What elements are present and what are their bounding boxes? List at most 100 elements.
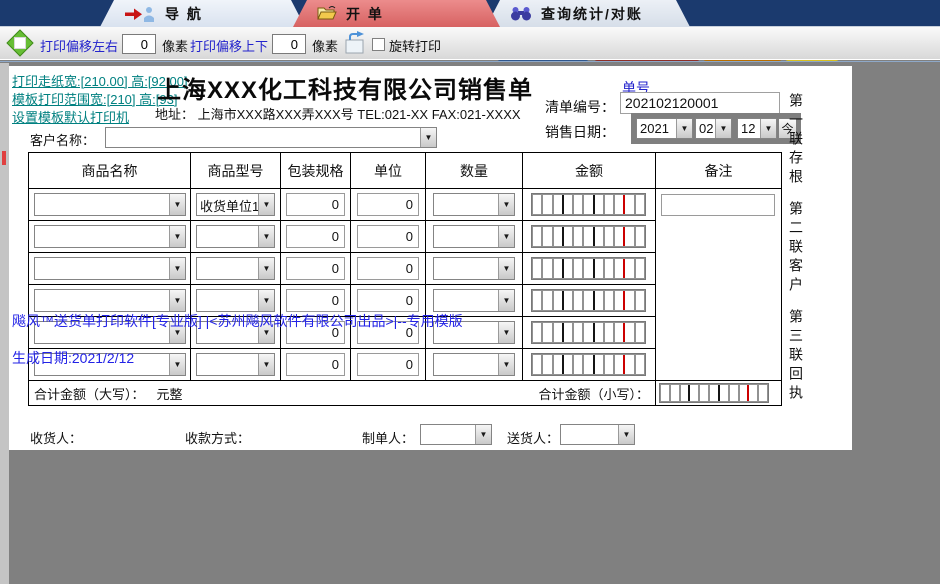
order-maker-select[interactable]: ▼ [420, 424, 492, 445]
tab-bar: 导 航 开 单 查询统计/对账 [0, 0, 940, 27]
chevron-down-icon[interactable]: ▼ [258, 258, 274, 279]
chevron-down-icon[interactable]: ▼ [169, 226, 185, 247]
amount-grid[interactable] [531, 225, 646, 248]
template-range-link[interactable]: 模板打印范围宽:[210] 高:[93] [12, 89, 177, 108]
chevron-down-icon[interactable]: ▼ [475, 425, 491, 444]
app-window: 导 航 开 单 查询统计/对账 打印偏移左右 [0, 0, 940, 584]
quantity-select[interactable]: ▼ [433, 225, 515, 248]
amount-grid[interactable] [531, 193, 646, 216]
chevron-down-icon[interactable]: ▼ [498, 290, 514, 311]
list-no-input[interactable] [620, 92, 780, 114]
sale-date-label: 销售日期： [545, 122, 615, 142]
software-watermark: 飚风™送货单打印软件[专业版] |<苏州飚风软件有限公司出品>|--专用模版 [12, 311, 463, 331]
tab-query-statistics[interactable]: 查询统计/对账 [486, 0, 690, 27]
chevron-down-icon[interactable]: ▼ [169, 258, 185, 279]
amount-grid[interactable] [531, 289, 646, 312]
product-name-select[interactable]: ▼ [34, 193, 186, 216]
col-header-quantity: 数量 [426, 153, 523, 188]
table-footer: 合计金额（大写）： 元整 合计金额（小写）： [29, 380, 781, 405]
unit-input[interactable] [357, 193, 419, 216]
list-no-label: 清单编号： [545, 97, 615, 117]
tab-label: 开 单 [346, 4, 384, 24]
unit-input[interactable] [357, 225, 419, 248]
offset-ud-input[interactable] [272, 34, 306, 54]
chevron-down-icon[interactable]: ▼ [498, 354, 514, 375]
offset-lr-label: 打印偏移左右 [40, 36, 118, 55]
remark-column [656, 189, 781, 380]
chevron-down-icon[interactable]: ▼ [676, 119, 692, 138]
month-select[interactable]: 02▼ [695, 118, 732, 139]
product-name-select[interactable]: ▼ [34, 257, 186, 280]
deliverer-select[interactable]: ▼ [560, 424, 635, 445]
px-label: 像素 [312, 36, 338, 55]
amount-grid[interactable] [531, 321, 646, 344]
product-model-select[interactable]: ▼ [196, 289, 275, 312]
offset-lr-input[interactable] [122, 34, 156, 54]
chevron-down-icon[interactable]: ▼ [715, 119, 731, 138]
chevron-down-icon[interactable]: ▼ [169, 290, 185, 311]
chevron-down-icon[interactable]: ▼ [498, 258, 514, 279]
receiver-label: 收货人： [30, 428, 82, 447]
amount-grid[interactable] [531, 353, 646, 376]
package-spec-input[interactable] [286, 193, 345, 216]
table-row: ▼ ▼ ▼ [29, 253, 656, 285]
offset-ud-label: 打印偏移上下 [190, 36, 268, 55]
table-row: ▼ 收货单位1▼ ▼ [29, 189, 656, 221]
tab-label: 查询统计/对账 [541, 4, 643, 24]
unit-input[interactable] [357, 353, 419, 376]
col-header-unit: 单位 [351, 153, 426, 188]
binoculars-icon [510, 6, 532, 21]
quantity-select[interactable]: ▼ [433, 257, 515, 280]
remark-input[interactable] [661, 194, 775, 216]
chevron-down-icon[interactable]: ▼ [258, 226, 274, 247]
amount-grid[interactable] [531, 257, 646, 280]
total-amount-grid[interactable] [659, 383, 769, 403]
product-model-select[interactable]: 收货单位1▼ [196, 193, 275, 216]
chevron-down-icon[interactable]: ▼ [258, 194, 274, 215]
product-model-select[interactable]: ▼ [196, 257, 275, 280]
chevron-down-icon[interactable]: ▼ [420, 128, 436, 147]
rotate-print-checkbox[interactable] [372, 38, 385, 51]
chevron-down-icon[interactable]: ▼ [498, 322, 514, 343]
date-picker-panel: 2021▼ 02▼ 12▼ 今 [631, 113, 801, 144]
chevron-down-icon[interactable]: ▼ [258, 290, 274, 311]
total-lower-label: 合计金额（小写）： [538, 384, 655, 403]
order-maker-label: 制单人： [362, 428, 414, 447]
chevron-down-icon[interactable]: ▼ [169, 354, 185, 375]
col-header-package-spec: 包装规格 [281, 153, 351, 188]
chevron-down-icon[interactable]: ▼ [258, 354, 274, 375]
package-spec-input[interactable] [286, 225, 345, 248]
unit-input[interactable] [357, 257, 419, 280]
product-name-select[interactable]: ▼ [34, 225, 186, 248]
left-splitter[interactable] [0, 63, 9, 584]
customer-label: 客户名称： [30, 130, 95, 149]
package-spec-input[interactable] [286, 289, 345, 312]
print-offset-move-icon [6, 29, 34, 57]
year-select[interactable]: 2021▼ [636, 118, 693, 139]
chevron-down-icon[interactable]: ▼ [169, 194, 185, 215]
product-model-select[interactable]: ▼ [196, 353, 275, 376]
items-table: 商品名称 商品型号 包装规格 单位 数量 金额 备注 ▼ 收货单位1▼ ▼ [28, 152, 782, 406]
default-printer-link[interactable]: 设置模板默认打印机 [12, 107, 129, 126]
rotate-print-label: 旋转打印 [389, 36, 441, 55]
product-model-select[interactable]: ▼ [196, 225, 275, 248]
unit-input[interactable] [357, 289, 419, 312]
table-body: ▼ 收货单位1▼ ▼ ▼ ▼ ▼ ▼ [29, 189, 781, 380]
quantity-select[interactable]: ▼ [433, 289, 515, 312]
tab-create-order[interactable]: 开 单 [293, 0, 500, 27]
chevron-down-icon[interactable]: ▼ [498, 194, 514, 215]
customer-select[interactable]: ▼ [105, 127, 437, 148]
tab-navigation[interactable]: 导 航 [100, 0, 305, 27]
col-header-product-model: 商品型号 [191, 153, 281, 188]
chevron-down-icon[interactable]: ▼ [760, 119, 776, 138]
quantity-select[interactable]: ▼ [433, 353, 515, 376]
quantity-select[interactable]: ▼ [433, 193, 515, 216]
package-spec-input[interactable] [286, 353, 345, 376]
package-spec-input[interactable] [286, 257, 345, 280]
day-select[interactable]: 12▼ [737, 118, 777, 139]
col-header-amount: 金额 [523, 153, 656, 188]
chevron-down-icon[interactable]: ▼ [618, 425, 634, 444]
product-name-select[interactable]: ▼ [34, 289, 186, 312]
payment-method-label: 收款方式： [185, 428, 250, 447]
chevron-down-icon[interactable]: ▼ [498, 226, 514, 247]
